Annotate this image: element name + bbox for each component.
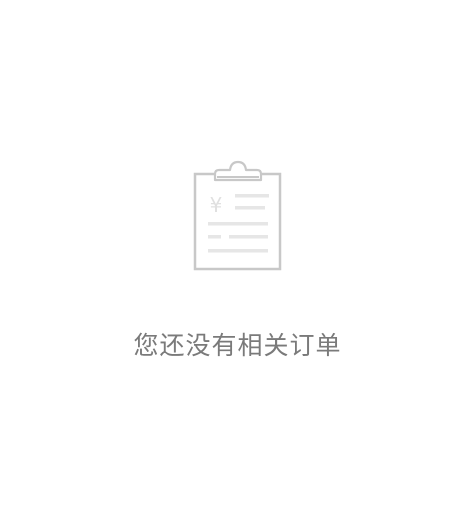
currency-symbol: ¥ (210, 193, 223, 217)
empty-orders-state: ¥ 您还没有相关订单 (0, 0, 475, 513)
empty-orders-message: 您还没有相关订单 (133, 331, 342, 360)
clipboard-order-icon: ¥ (193, 160, 283, 272)
